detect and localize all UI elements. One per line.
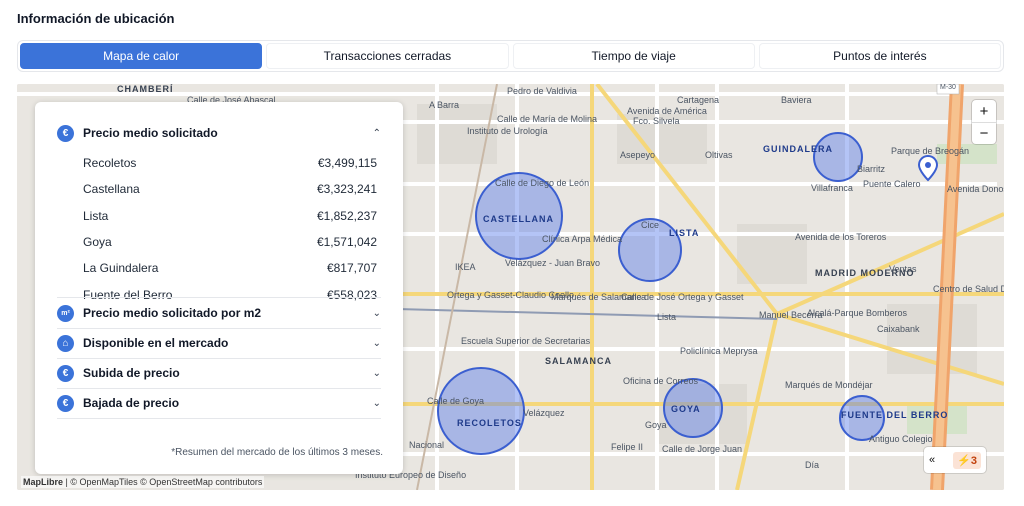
- map-label: Oltivas: [705, 150, 733, 160]
- map-label: Felipe II: [611, 442, 644, 452]
- map-label: Parque de Breogán: [891, 146, 970, 156]
- map-label: Día: [805, 460, 820, 470]
- map-label: Cartagena: [677, 95, 720, 105]
- list-item: La Guindalera €817,707: [83, 261, 377, 276]
- map-label: Instituto de Urología: [467, 126, 548, 136]
- map-label: Goya: [645, 420, 667, 430]
- map-label: Puente Calero: [863, 179, 921, 189]
- chevron-down-icon[interactable]: ⌄: [373, 368, 381, 379]
- list-item: Recoletos €3,499,115: [83, 156, 377, 171]
- map-label: Biarritz: [857, 164, 886, 174]
- chevron-down-icon[interactable]: ⌄: [373, 308, 381, 319]
- tab-heatmap[interactable]: Mapa de calor: [20, 43, 263, 69]
- accordion-label: Precio medio solicitado: [83, 126, 218, 140]
- zoom-out-button[interactable]: −: [972, 122, 996, 144]
- accordion-label: Bajada de precio: [83, 396, 180, 410]
- list-item: Lista €1,852,237: [83, 208, 377, 223]
- map-label: Villafranca: [811, 183, 853, 193]
- accordion-available[interactable]: ⌂ Disponible en el mercado ⌄: [57, 328, 381, 358]
- chevron-down-icon[interactable]: ⌄: [373, 398, 381, 409]
- map-label: Lista: [657, 312, 677, 322]
- accordion-label: Disponible en el mercado: [83, 336, 229, 350]
- attribution-text[interactable]: | © OpenMapTiles © OpenStreetMap contrib…: [63, 477, 263, 487]
- collapse-panel-button[interactable]: «: [929, 454, 935, 466]
- map-label: Calle de Jorge Juan: [662, 444, 743, 454]
- zone-label-recoletos: RECOLETOS: [457, 418, 522, 428]
- map-label: Baviera: [781, 95, 812, 105]
- euro-icon: €: [57, 124, 74, 142]
- map-label: Policlínica Meprysa: [680, 346, 758, 356]
- tab-points-of-interest[interactable]: Puntos de interés: [758, 43, 1001, 69]
- accordion-price-decrease[interactable]: € Bajada de precio ⌄: [57, 388, 381, 418]
- accordion-price-per-m2[interactable]: m² Precio medio solicitado por m2 ⌄: [57, 298, 381, 328]
- map-label: Clínica Arpa Médica: [542, 234, 623, 244]
- map-label: Nacional: [409, 440, 445, 450]
- tab-closed-transactions[interactable]: Transacciones cerradas: [266, 43, 509, 69]
- map-label: Avenida de América: [627, 106, 707, 116]
- chevron-down-icon[interactable]: ⌄: [373, 338, 381, 349]
- zone-label-guindalera: GUINDALERA: [763, 144, 833, 154]
- accordion-label: Precio medio solicitado por m2: [83, 306, 262, 320]
- maplibre-link[interactable]: MapLibre: [23, 477, 63, 487]
- tab-bar: Mapa de calor Transacciones cerradas Tie…: [17, 40, 1004, 72]
- map-label: Calle de Goya: [427, 396, 485, 406]
- district-label-salamanca: SALAMANCA: [545, 356, 612, 366]
- map-label: Calle de José Ortega y Gasset: [621, 292, 744, 302]
- map-canvas[interactable]: CASTELLANA LISTA GUINDALERA RECOLETOS GO…: [17, 84, 1004, 490]
- accordion-label: Subida de precio: [83, 366, 180, 380]
- map-label: Velázquez - Juan Bravo: [505, 258, 601, 268]
- map-label: Asepeyo: [620, 150, 656, 160]
- map-attribution: MapLibre | © OpenMapTiles © OpenStreetMa…: [21, 476, 265, 488]
- map-label: Fco. Silvela: [633, 116, 680, 126]
- tab-travel-time[interactable]: Tiempo de viaje: [512, 43, 755, 69]
- map-label: Avenida de los Toreros: [795, 232, 887, 242]
- map-label: Pedro de Valdivia: [507, 86, 577, 96]
- map-label: Escuela Superior de Secretarias: [461, 336, 591, 346]
- map-label: Caixabank: [877, 324, 920, 334]
- map-label: Avenida Donostiarra: [947, 184, 1004, 194]
- map-label: Calle de Diego de León: [495, 178, 590, 188]
- house-icon: ⌂: [57, 334, 74, 352]
- zone-circle-recoletos: [437, 367, 525, 455]
- list-item: Goya €1,571,042: [83, 235, 377, 250]
- zone-label-lista: LISTA: [669, 228, 700, 238]
- map-label: Cice: [641, 220, 660, 230]
- map-label: Oficina de Correos: [623, 376, 699, 386]
- map-label: Ventas: [889, 264, 917, 274]
- section-title: Información de ubicación: [17, 11, 175, 26]
- zone-label-goya: GOYA: [671, 404, 701, 414]
- heatmap-legend-panel: € Precio medio solicitado ⌃ Recoletos €3,…: [35, 102, 403, 474]
- map-label: Velázquez: [523, 408, 565, 418]
- highway-label: M-30: [940, 84, 956, 91]
- district-label-chamberi: CHAMBERÍ: [117, 84, 174, 94]
- map-label: Marqués de Mondéjar: [785, 380, 873, 390]
- square-meter-icon: m²: [57, 304, 74, 322]
- zone-label-castellana: CASTELLANA: [483, 214, 554, 224]
- market-footnote: *Resumen del mercado de los últimos 3 me…: [171, 447, 383, 458]
- accordion-price[interactable]: € Precio medio solicitado ⌃: [57, 118, 381, 148]
- list-item: Castellana €3,323,241: [83, 182, 377, 197]
- map-label: IKEA: [455, 262, 476, 272]
- price-list: Recoletos €3,499,115 Castellana €3,323,241…: [83, 150, 377, 308]
- accordion-price-increase[interactable]: € Subida de precio ⌄: [57, 358, 381, 388]
- map-tool-bar: « ⚡3: [924, 447, 986, 473]
- zoom-controls: + −: [972, 100, 996, 144]
- euro-up-icon: €: [57, 364, 74, 382]
- map-label: A Barra: [429, 100, 460, 110]
- map-label: Alcalá-Parque Bomberos: [807, 308, 908, 318]
- divider: [57, 418, 381, 419]
- chevron-up-icon[interactable]: ⌃: [373, 128, 381, 139]
- euro-down-icon: €: [57, 394, 74, 412]
- alert-badge[interactable]: ⚡3: [953, 451, 981, 469]
- map-label: Calle de María de Molina: [497, 114, 598, 124]
- zone-label-fuente-del-berro: FUENTE DEL BERRO: [841, 410, 949, 420]
- map-label: Antiguo Colegio: [869, 434, 933, 444]
- zoom-in-button[interactable]: +: [972, 100, 996, 122]
- map-label: Centro de Salud Daroca: [933, 284, 1004, 294]
- zone-circle-guindalera: [813, 132, 863, 182]
